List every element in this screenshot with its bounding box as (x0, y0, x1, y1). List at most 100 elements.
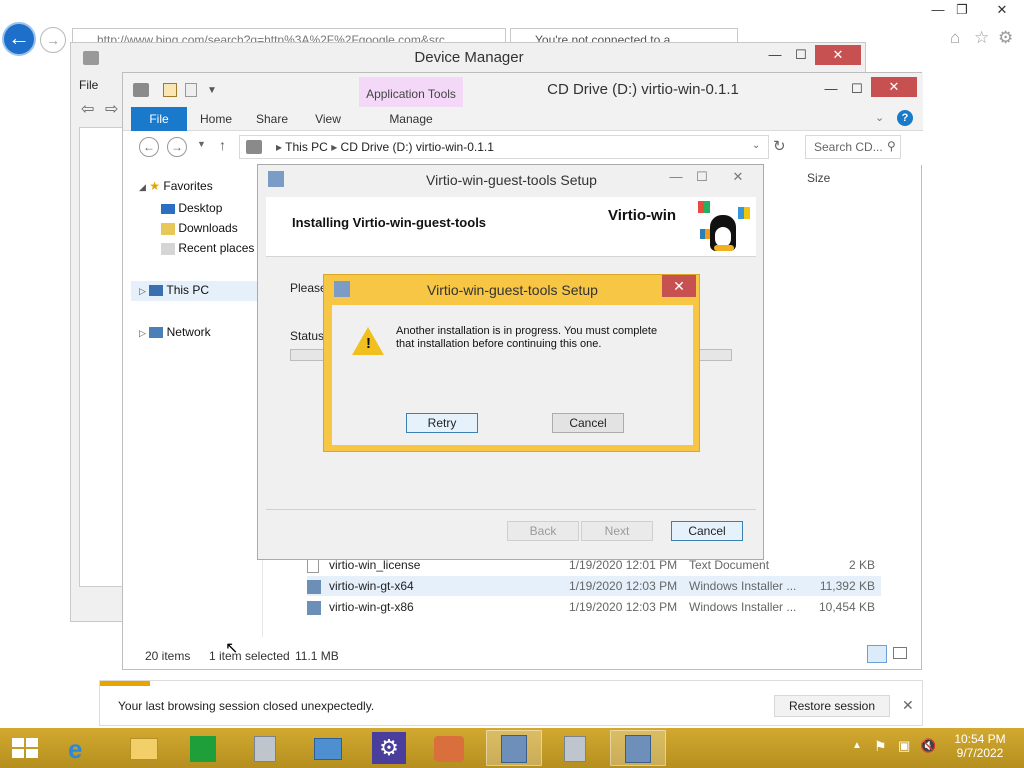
dm-forward-icon[interactable]: ⇨ (105, 99, 118, 119)
file-explorer-taskbar-button[interactable] (116, 730, 172, 766)
dialog-message-line: that installation before continuing this… (396, 338, 602, 350)
tab-home[interactable]: Home (193, 107, 239, 131)
breadcrumb-cd-drive[interactable]: CD Drive (D:) virtio-win-0.1.1 (341, 140, 494, 154)
dm-file-menu[interactable]: File (79, 75, 119, 95)
breadcrumb-sep-icon: ▸ (331, 140, 341, 154)
breadcrumb-this-pc[interactable]: This PC (285, 140, 328, 154)
device-manager-icon (254, 736, 276, 762)
device-manager-taskbar-button[interactable] (238, 730, 294, 766)
restore-session-button[interactable]: Restore session (774, 695, 890, 717)
volume-muted-icon[interactable]: 🔇 (920, 738, 936, 754)
home-icon[interactable]: ⌂ (950, 28, 960, 48)
selected-size: 11.1 MB (295, 649, 339, 663)
dm-back-icon[interactable]: ⇦ (81, 99, 94, 119)
internet-explorer-taskbar-button[interactable]: e (54, 730, 110, 766)
application-tools-label: Application Tools (366, 87, 456, 101)
dm-minimize-button[interactable]: — (761, 45, 789, 65)
tab-share[interactable]: Share (249, 107, 295, 131)
explorer-titlebar: ▼ CD Drive (D:) virtio-win-0.1.1 — ☐ ✕ (123, 73, 923, 107)
dialog-message: Another installation is in progress. You… (396, 325, 686, 351)
nav-recent-places[interactable]: Recent places (161, 241, 254, 255)
favorites-star-icon[interactable]: ☆ (974, 28, 989, 48)
network-status-icon[interactable]: ▣ (898, 738, 910, 754)
qat-dropdown-icon[interactable]: ▼ (207, 85, 217, 96)
setup-close-button[interactable]: ✕ (718, 167, 758, 187)
store-taskbar-button[interactable] (176, 730, 232, 766)
explorer-maximize-button[interactable]: ☐ (843, 79, 871, 99)
file-name: virtio-win-gt-x64 (329, 579, 414, 593)
store-icon (190, 736, 216, 762)
status-bar: 20 items 1 item selected 11.1 MB (123, 641, 923, 669)
file-row[interactable]: virtio-win-gt-x86 1/19/2020 12:03 PM Win… (307, 597, 881, 617)
breadcrumb-dropdown-icon[interactable]: ⌄ (752, 140, 760, 151)
file-row[interactable]: virtio-win-gt-x64 1/19/2020 12:03 PM Win… (307, 576, 881, 596)
cd-drive-taskbar-button[interactable] (548, 730, 604, 766)
downloads-folder-icon (161, 222, 175, 235)
explorer-title: CD Drive (D:) virtio-win-0.1.1 (547, 81, 739, 98)
device-manager-app-icon (83, 51, 99, 65)
back-button[interactable]: Back (507, 521, 579, 541)
column-size-header[interactable]: Size (807, 171, 830, 185)
nav-network[interactable]: ▷ Network (139, 325, 211, 339)
setup-brand: Virtio-win (608, 207, 677, 224)
next-button[interactable]: Next (581, 521, 653, 541)
show-hidden-icons-button[interactable]: ▲ (852, 740, 862, 751)
nav-favorites[interactable]: ◢ ★ Favorites (139, 179, 213, 193)
setup-taskbar-button[interactable] (486, 730, 542, 766)
tab-file[interactable]: File (131, 107, 187, 131)
tab-view[interactable]: View (305, 107, 351, 131)
nav-desktop[interactable]: Desktop (161, 201, 222, 215)
details-view-button[interactable] (867, 645, 887, 663)
large-icons-view-button[interactable] (893, 647, 907, 659)
action-center-flag-icon[interactable]: ⚑ (874, 738, 887, 755)
windows-start-button[interactable] (12, 738, 38, 758)
installer-icon (307, 579, 321, 594)
ribbon-expand-icon[interactable]: ⌄ (875, 111, 884, 124)
nav-back-button[interactable]: ← (139, 137, 159, 157)
browser-forward-button[interactable]: → (40, 27, 66, 53)
server-manager-taskbar-button[interactable] (300, 730, 356, 766)
search-icon[interactable]: ⚲ (887, 139, 896, 153)
setup-taskbar-button-2[interactable] (610, 730, 666, 766)
help-icon[interactable]: ? (897, 110, 913, 126)
drive-icon (133, 83, 149, 97)
refresh-icon[interactable]: ↻ (773, 137, 786, 155)
dialog-cancel-button[interactable]: Cancel (552, 413, 624, 433)
warning-exclamation-icon: ! (366, 335, 371, 352)
new-folder-icon[interactable] (185, 83, 197, 97)
nav-downloads[interactable]: Downloads (161, 221, 238, 235)
explorer-minimize-button[interactable]: — (817, 79, 845, 99)
expand-arrow-icon: ◢ (139, 182, 146, 192)
folder-icon (130, 738, 158, 760)
breadcrumb[interactable]: ▸ This PC ▸ CD Drive (D:) virtio-win-0.1… (239, 135, 769, 159)
setup-maximize-button[interactable]: ☐ (688, 167, 716, 187)
system-clock[interactable]: 10:54 PM 9/7/2022 (944, 732, 1016, 760)
explorer-close-button[interactable]: ✕ (871, 77, 917, 97)
setup-minimize-button[interactable]: — (662, 167, 690, 187)
properties-icon[interactable] (163, 83, 177, 97)
notification-close-button[interactable]: ✕ (902, 697, 914, 714)
star-icon: ★ (149, 179, 161, 193)
gear-settings-icon: ⚙ (372, 732, 406, 764)
error-dialog: Virtio-win-guest-tools Setup ✕ ! Another… (323, 274, 700, 452)
network-taskbar-button[interactable] (422, 730, 478, 766)
file-type: Windows Installer ... (689, 600, 797, 614)
dialog-close-button[interactable]: ✕ (662, 275, 696, 297)
dm-close-button[interactable]: ✕ (815, 45, 861, 65)
gear-icon[interactable]: ⚙ (998, 28, 1013, 48)
setup-cancel-button[interactable]: Cancel (671, 521, 743, 541)
up-arrow-icon[interactable]: ↑ (219, 137, 226, 153)
internet-explorer-icon: e (68, 734, 83, 764)
dm-maximize-button[interactable]: ☐ (787, 45, 815, 65)
settings-taskbar-button[interactable]: ⚙ (362, 730, 418, 766)
browser-close-button[interactable]: ✕ (988, 0, 1016, 20)
arrow-left-icon: ← (8, 25, 30, 50)
retry-button[interactable]: Retry (406, 413, 478, 433)
file-date: 1/19/2020 12:03 PM (569, 600, 678, 614)
tab-manage[interactable]: Manage (379, 107, 443, 131)
browser-restore-button[interactable]: ❐ (948, 0, 976, 20)
browser-back-button[interactable]: ← (2, 22, 36, 56)
nav-this-pc[interactable]: ▷ This PC (131, 281, 261, 301)
nav-forward-button[interactable]: → (167, 137, 187, 157)
recent-locations-icon[interactable]: ▼ (197, 139, 206, 149)
